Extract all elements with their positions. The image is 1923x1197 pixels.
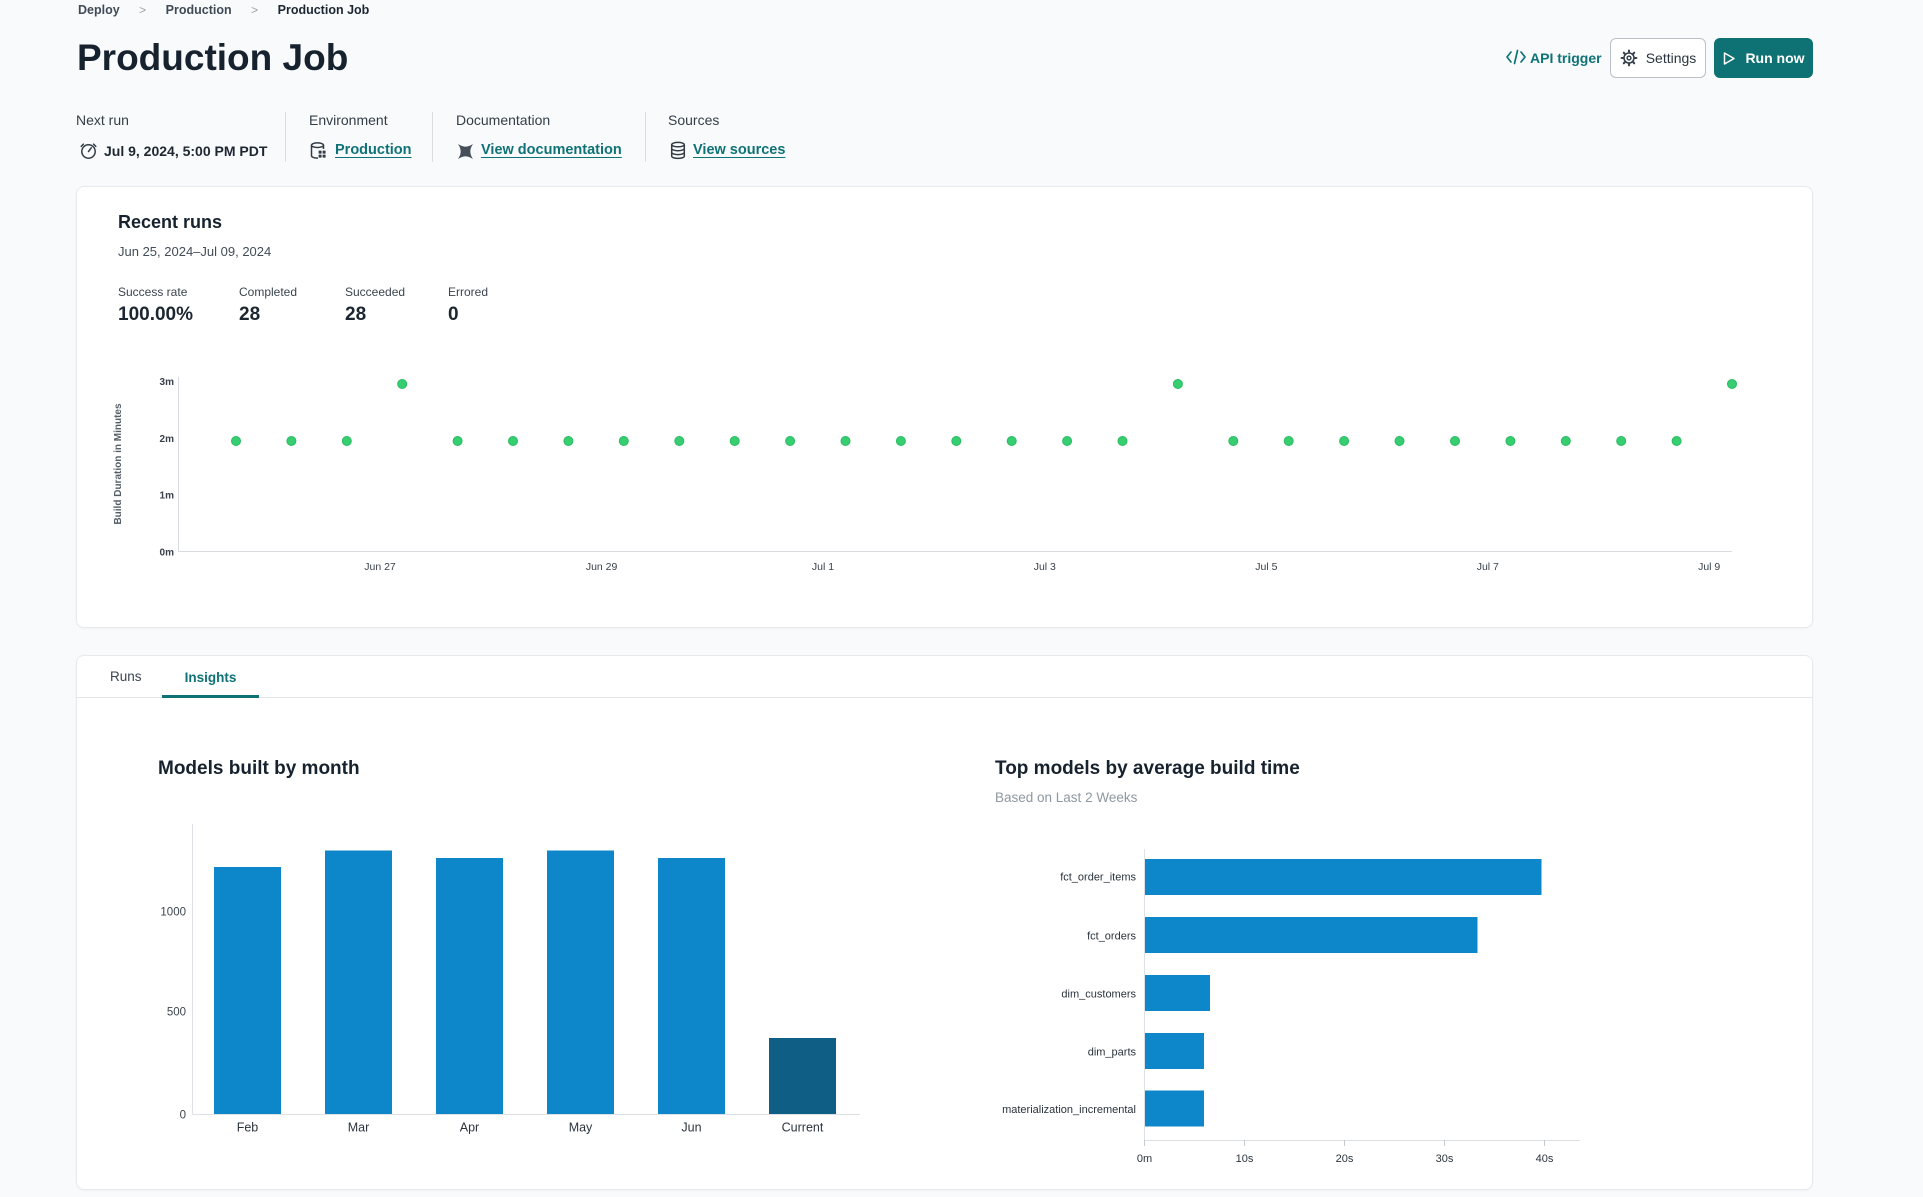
- svg-text:0: 0: [180, 1110, 186, 1122]
- svg-text:Mar: Mar: [348, 1121, 370, 1135]
- svg-text:fct_order_items: fct_order_items: [1060, 872, 1136, 884]
- svg-text:materialization_incremental: materialization_incremental: [1002, 1104, 1136, 1116]
- svg-text:2m: 2m: [160, 434, 175, 445]
- svg-text:10s: 10s: [1236, 1153, 1254, 1165]
- svg-text:40s: 40s: [1536, 1153, 1554, 1165]
- svg-text:Current: Current: [782, 1121, 824, 1135]
- svg-text:3m: 3m: [160, 377, 175, 388]
- svg-text:30s: 30s: [1436, 1153, 1454, 1165]
- svg-text:20s: 20s: [1336, 1153, 1354, 1165]
- svg-text:dim_customers: dim_customers: [1061, 989, 1136, 1001]
- svg-text:1m: 1m: [160, 491, 175, 502]
- svg-text:Jul 3: Jul 3: [1034, 561, 1056, 573]
- svg-text:dim_parts: dim_parts: [1088, 1047, 1137, 1059]
- svg-text:May: May: [569, 1121, 593, 1135]
- svg-text:0m: 0m: [1137, 1153, 1152, 1165]
- svg-text:Jul 9: Jul 9: [1698, 561, 1720, 573]
- svg-text:fct_orders: fct_orders: [1087, 931, 1136, 943]
- svg-text:1000: 1000: [160, 907, 186, 919]
- svg-text:500: 500: [167, 1007, 186, 1019]
- svg-text:Jul 7: Jul 7: [1477, 561, 1499, 573]
- svg-text:Jun: Jun: [681, 1121, 701, 1135]
- svg-text:0m: 0m: [160, 548, 175, 559]
- svg-text:Feb: Feb: [237, 1121, 259, 1135]
- svg-text:Jun 27: Jun 27: [364, 561, 396, 573]
- svg-text:Apr: Apr: [460, 1121, 479, 1135]
- svg-text:Jul 5: Jul 5: [1255, 561, 1277, 573]
- svg-text:Jun 29: Jun 29: [586, 561, 618, 573]
- svg-text:Jul 1: Jul 1: [812, 561, 834, 573]
- svg-text:Build Duration in Minutes: Build Duration in Minutes: [113, 403, 124, 525]
